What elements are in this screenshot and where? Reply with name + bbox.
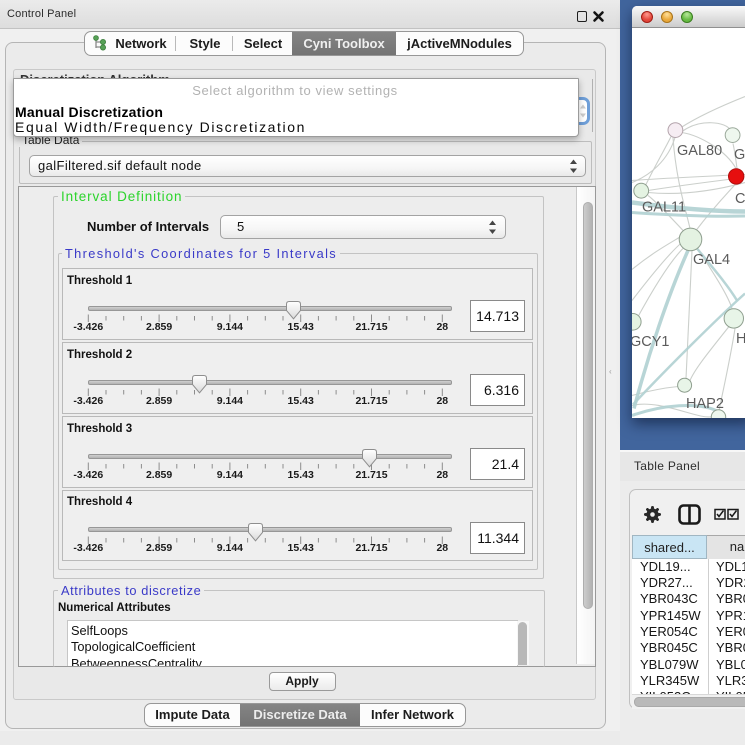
svg-text:GAL4: GAL4	[693, 252, 730, 268]
svg-text:GAL80: GAL80	[677, 143, 722, 159]
svg-text:HS: HS	[736, 331, 745, 347]
svg-text:GA: GA	[734, 147, 745, 163]
svg-text:HAP2: HAP2	[686, 396, 724, 412]
svg-text:GCY1: GCY1	[632, 334, 670, 350]
svg-text:GAL11: GAL11	[642, 199, 686, 215]
svg-text:C: C	[735, 191, 745, 207]
